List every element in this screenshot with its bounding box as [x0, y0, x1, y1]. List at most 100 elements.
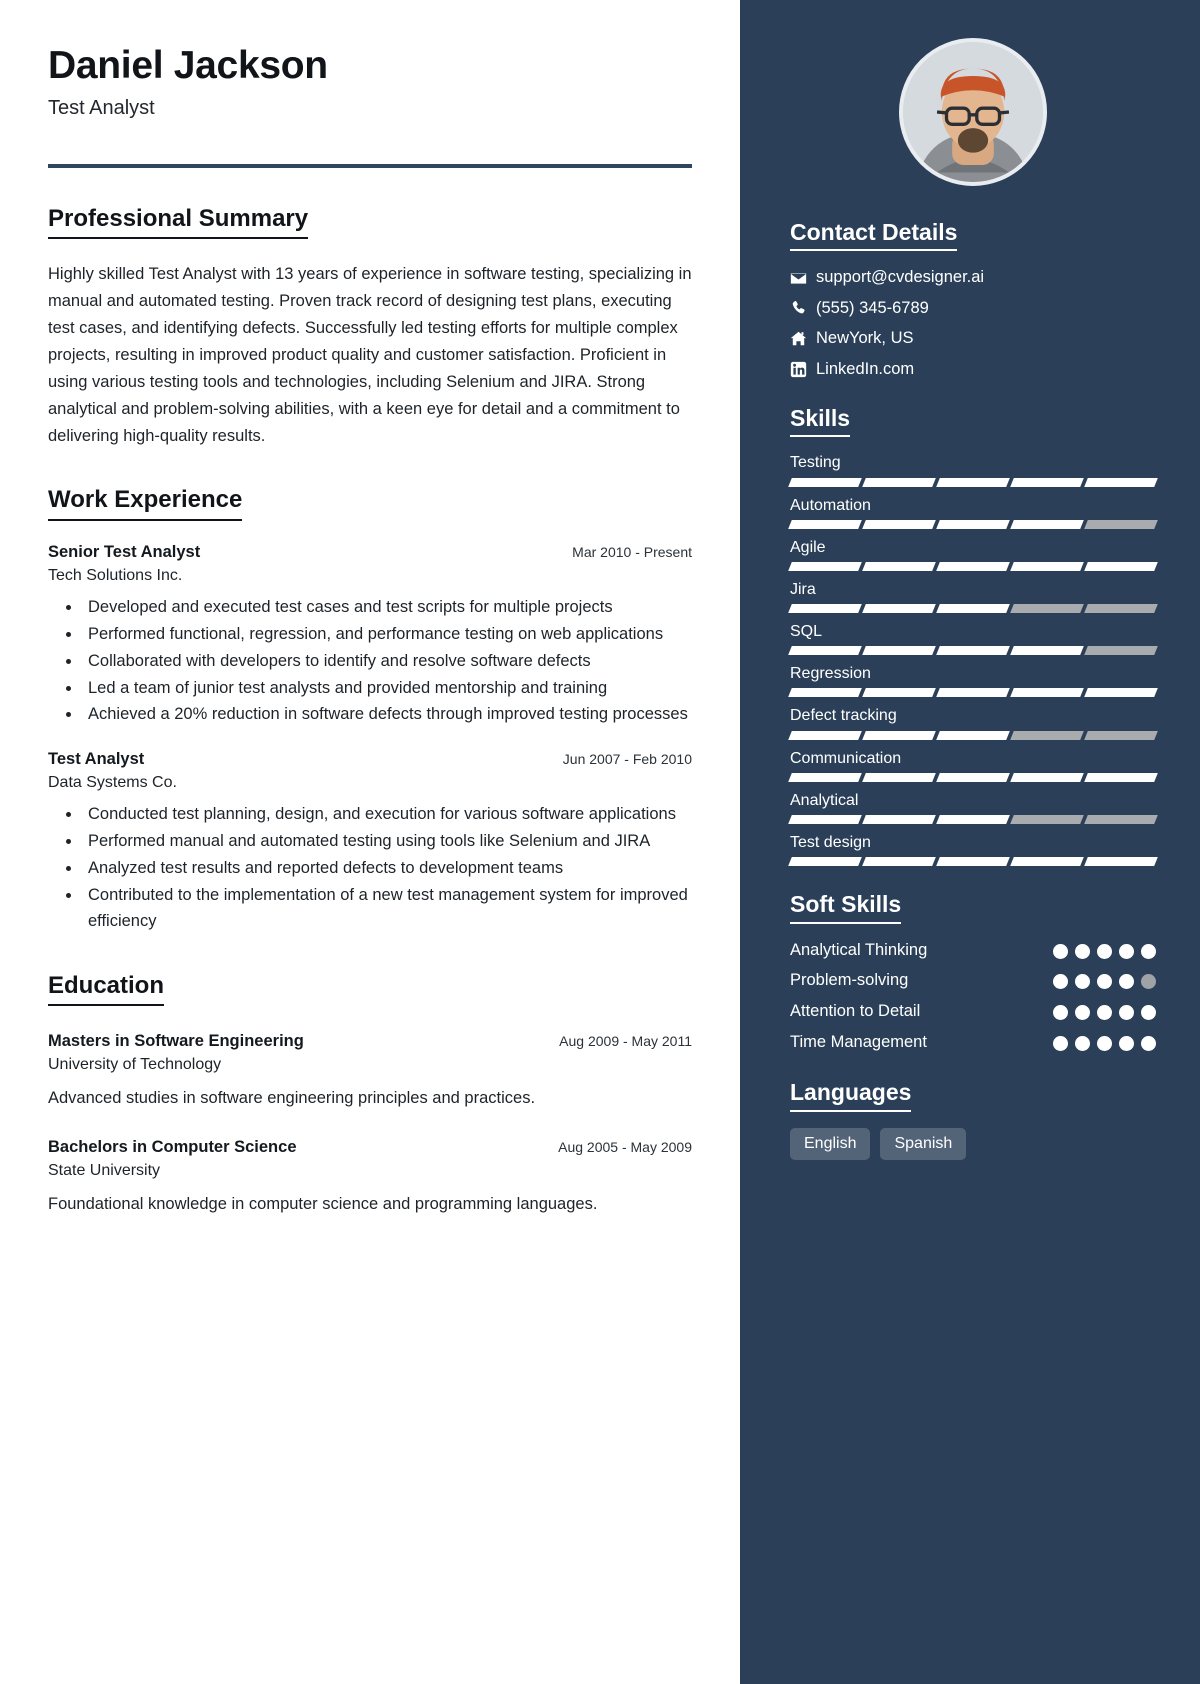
skill-segment — [862, 561, 936, 571]
skill-list: Testing Automation Agile Jira SQL Regression D… — [788, 453, 1158, 867]
skill-segment — [936, 857, 1010, 867]
skill-level-bar — [788, 772, 1158, 782]
skill-segment — [1084, 561, 1158, 571]
education-school: University of Technology — [48, 1056, 222, 1074]
skill-segment — [862, 815, 936, 825]
skill-segment — [788, 477, 862, 487]
section-heading-languages: Languages — [790, 1079, 912, 1112]
contact-value: (555) 345-6789 — [816, 298, 929, 317]
skill-item: Regression — [788, 664, 1158, 698]
education-date-range: Aug 2005 - May 2009 — [558, 1138, 692, 1155]
skill-level-bar — [788, 688, 1158, 698]
skill-segment — [1010, 772, 1084, 782]
skill-label: Automation — [790, 496, 871, 514]
skill-segment — [788, 730, 862, 740]
section-heading-summary: Professional Summary — [48, 205, 309, 240]
section-heading-contact: Contact Details — [790, 219, 958, 252]
skill-item: Test design — [788, 833, 1158, 867]
skill-segment — [1010, 477, 1084, 487]
candidate-name: Daniel Jackson — [48, 44, 328, 87]
education-entry: Masters in Software Engineering Aug 2009 … — [48, 1032, 692, 1112]
soft-skill-rating — [1053, 970, 1156, 990]
soft-skill-dot — [1097, 1036, 1112, 1052]
skill-segment — [1010, 730, 1084, 740]
language-chip: English — [790, 1127, 871, 1161]
skill-segment — [788, 688, 862, 698]
soft-skill-dot — [1141, 1036, 1156, 1052]
soft-skill-rating — [1053, 1032, 1156, 1052]
education-degree: Masters in Software Engineering — [48, 1032, 304, 1051]
contact-row[interactable]: LinkedIn.com — [790, 359, 1156, 380]
skill-segment — [1084, 604, 1158, 614]
contact-value: NewYork, US — [816, 329, 914, 348]
sidebar: Contact Details support@cvdesigner.ai (55… — [740, 0, 1200, 1684]
soft-skill-dot — [1075, 974, 1090, 990]
skill-segment — [936, 815, 1010, 825]
skill-label: Jira — [790, 580, 816, 598]
soft-skill-label: Problem-solving — [790, 971, 909, 990]
skill-segment — [1010, 857, 1084, 867]
soft-skill-dot — [1053, 943, 1068, 959]
education-entry-list: Masters in Software Engineering Aug 2009 … — [48, 1032, 692, 1217]
work-bullet: Conducted test planning, design, and exe… — [82, 802, 692, 828]
work-bullet: Analyzed test results and reported defec… — [82, 856, 692, 882]
work-role: Senior Test Analyst — [48, 542, 201, 561]
soft-skill-list: Analytical Thinking Problem-solving Attent… — [790, 940, 1156, 1055]
skill-label: Communication — [790, 749, 902, 767]
soft-skill-item: Analytical Thinking — [790, 940, 1156, 962]
work-role: Test Analyst — [48, 750, 145, 769]
work-bullet: Led a team of junior test analysts and p… — [82, 676, 692, 702]
soft-skill-item: Time Management — [790, 1032, 1156, 1054]
summary-text: Highly skilled Test Analyst with 13 year… — [48, 265, 692, 445]
skill-level-bar — [788, 730, 1158, 740]
soft-skill-dot — [1097, 943, 1112, 959]
soft-skill-dot — [1053, 974, 1068, 990]
section-heading-education: Education — [48, 972, 165, 1007]
section-contact-details: Contact Details support@cvdesigner.ai (55… — [790, 219, 1156, 380]
contact-row[interactable]: (555) 345-6789 — [790, 298, 1156, 319]
skill-label: Defect tracking — [790, 707, 897, 725]
work-bullet: Contributed to the implementation of a n… — [82, 883, 692, 935]
phone-icon — [790, 300, 816, 317]
work-company: Data Systems Co. — [48, 774, 177, 792]
skill-label: Agile — [790, 538, 826, 556]
skill-level-bar — [788, 561, 1158, 571]
skill-segment — [862, 604, 936, 614]
skill-segment — [788, 772, 862, 782]
skill-item: Defect tracking — [788, 706, 1158, 740]
soft-skill-dot — [1053, 1005, 1068, 1021]
contact-row[interactable]: support@cvdesigner.ai — [790, 267, 1156, 288]
skill-segment — [936, 730, 1010, 740]
contact-row[interactable]: NewYork, US — [790, 328, 1156, 349]
page-title: Daniel Jackson Test Analyst — [48, 44, 692, 120]
skill-segment — [788, 857, 862, 867]
skill-item: SQL — [788, 622, 1158, 656]
work-company: Tech Solutions Inc. — [48, 566, 183, 584]
skill-segment — [936, 561, 1010, 571]
education-school: State University — [48, 1161, 161, 1179]
skill-segment — [862, 519, 936, 529]
skill-segment — [788, 815, 862, 825]
work-bullet-list: Developed and executed test cases and te… — [48, 595, 692, 728]
skill-segment — [1010, 646, 1084, 656]
education-entry: Bachelors in Computer Science Aug 2005 - … — [48, 1138, 692, 1218]
work-bullet: Performed functional, regression, and pe… — [82, 622, 692, 648]
home-icon — [790, 330, 816, 347]
avatar-photo-icon — [903, 42, 1043, 182]
work-date-range: Mar 2010 - Present — [572, 543, 692, 560]
education-entry-header: Masters in Software Engineering Aug 2009 … — [48, 1032, 692, 1051]
resume-page: Daniel Jackson Test Analyst Professional… — [0, 0, 1200, 1684]
contact-list: support@cvdesigner.ai (555) 345-6789 NewYo… — [790, 267, 1156, 380]
soft-skill-rating — [1053, 940, 1156, 959]
soft-skill-dot — [1075, 1005, 1090, 1021]
skill-segment — [1084, 477, 1158, 487]
work-date-range: Jun 2007 - Feb 2010 — [562, 751, 692, 768]
work-bullet: Collaborated with developers to identify… — [82, 649, 692, 675]
skill-level-bar — [788, 815, 1158, 825]
work-bullet: Developed and executed test cases and te… — [82, 595, 692, 621]
language-chip-list: English Spanish — [790, 1127, 1156, 1161]
skill-label: Analytical — [790, 791, 859, 809]
skill-segment — [788, 604, 862, 614]
section-languages: Languages English Spanish — [790, 1079, 1156, 1161]
skill-level-bar — [788, 857, 1158, 867]
